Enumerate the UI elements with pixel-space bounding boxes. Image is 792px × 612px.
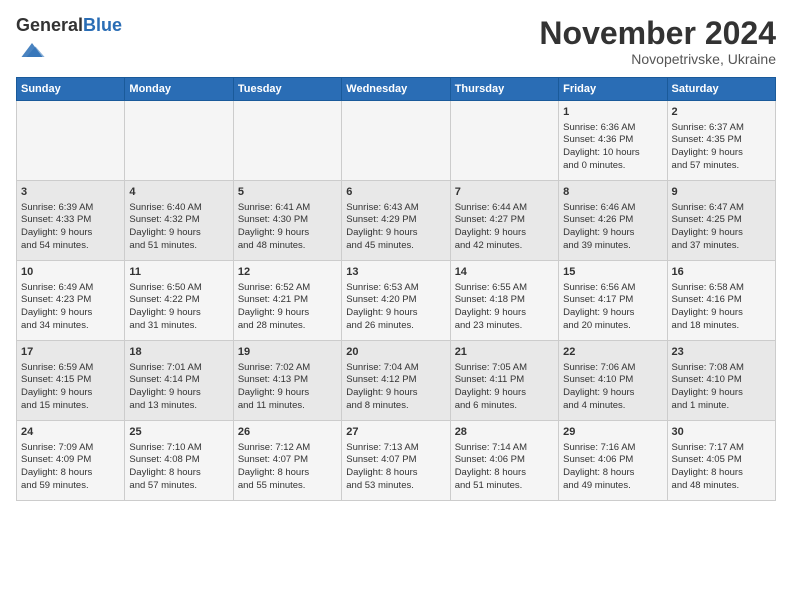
calendar-cell bbox=[17, 100, 125, 180]
calendar-cell: 4Sunrise: 6:40 AMSunset: 4:32 PMDaylight… bbox=[125, 180, 233, 260]
day-number: 3 bbox=[21, 185, 120, 200]
header-sunday: Sunday bbox=[17, 77, 125, 100]
calendar-cell bbox=[125, 100, 233, 180]
calendar-cell: 30Sunrise: 7:17 AMSunset: 4:05 PMDayligh… bbox=[667, 420, 775, 500]
day-number: 26 bbox=[238, 425, 337, 440]
title-block: November 2024 Novopetrivske, Ukraine bbox=[539, 16, 776, 67]
calendar-cell: 17Sunrise: 6:59 AMSunset: 4:15 PMDayligh… bbox=[17, 340, 125, 420]
day-number: 19 bbox=[238, 345, 337, 360]
calendar-cell: 15Sunrise: 6:56 AMSunset: 4:17 PMDayligh… bbox=[559, 260, 667, 340]
calendar-week-row: 10Sunrise: 6:49 AMSunset: 4:23 PMDayligh… bbox=[17, 260, 776, 340]
calendar-cell: 10Sunrise: 6:49 AMSunset: 4:23 PMDayligh… bbox=[17, 260, 125, 340]
day-number: 20 bbox=[346, 345, 445, 360]
calendar-cell: 29Sunrise: 7:16 AMSunset: 4:06 PMDayligh… bbox=[559, 420, 667, 500]
calendar-cell: 7Sunrise: 6:44 AMSunset: 4:27 PMDaylight… bbox=[450, 180, 558, 260]
calendar-cell bbox=[342, 100, 450, 180]
calendar-cell: 24Sunrise: 7:09 AMSunset: 4:09 PMDayligh… bbox=[17, 420, 125, 500]
day-number: 5 bbox=[238, 185, 337, 200]
header-monday: Monday bbox=[125, 77, 233, 100]
day-number: 6 bbox=[346, 185, 445, 200]
day-number: 11 bbox=[129, 265, 228, 280]
calendar-cell: 8Sunrise: 6:46 AMSunset: 4:26 PMDaylight… bbox=[559, 180, 667, 260]
day-number: 30 bbox=[672, 425, 771, 440]
day-number: 9 bbox=[672, 185, 771, 200]
calendar-cell: 23Sunrise: 7:08 AMSunset: 4:10 PMDayligh… bbox=[667, 340, 775, 420]
calendar-cell: 25Sunrise: 7:10 AMSunset: 4:08 PMDayligh… bbox=[125, 420, 233, 500]
calendar-week-row: 24Sunrise: 7:09 AMSunset: 4:09 PMDayligh… bbox=[17, 420, 776, 500]
calendar-cell: 26Sunrise: 7:12 AMSunset: 4:07 PMDayligh… bbox=[233, 420, 341, 500]
location-subtitle: Novopetrivske, Ukraine bbox=[539, 51, 776, 67]
logo-general: General bbox=[16, 15, 83, 35]
day-number: 22 bbox=[563, 345, 662, 360]
calendar-cell: 13Sunrise: 6:53 AMSunset: 4:20 PMDayligh… bbox=[342, 260, 450, 340]
calendar-cell: 27Sunrise: 7:13 AMSunset: 4:07 PMDayligh… bbox=[342, 420, 450, 500]
day-number: 10 bbox=[21, 265, 120, 280]
calendar-week-row: 3Sunrise: 6:39 AMSunset: 4:33 PMDaylight… bbox=[17, 180, 776, 260]
day-number: 7 bbox=[455, 185, 554, 200]
calendar-header-row: Sunday Monday Tuesday Wednesday Thursday… bbox=[17, 77, 776, 100]
day-number: 28 bbox=[455, 425, 554, 440]
day-number: 15 bbox=[563, 265, 662, 280]
logo-icon bbox=[18, 36, 46, 64]
calendar-table: Sunday Monday Tuesday Wednesday Thursday… bbox=[16, 77, 776, 501]
header-tuesday: Tuesday bbox=[233, 77, 341, 100]
calendar-cell bbox=[450, 100, 558, 180]
calendar-cell: 21Sunrise: 7:05 AMSunset: 4:11 PMDayligh… bbox=[450, 340, 558, 420]
calendar-week-row: 1Sunrise: 6:36 AMSunset: 4:36 PMDaylight… bbox=[17, 100, 776, 180]
day-number: 25 bbox=[129, 425, 228, 440]
calendar-cell: 9Sunrise: 6:47 AMSunset: 4:25 PMDaylight… bbox=[667, 180, 775, 260]
calendar-cell: 28Sunrise: 7:14 AMSunset: 4:06 PMDayligh… bbox=[450, 420, 558, 500]
calendar-cell: 3Sunrise: 6:39 AMSunset: 4:33 PMDaylight… bbox=[17, 180, 125, 260]
calendar-cell: 1Sunrise: 6:36 AMSunset: 4:36 PMDaylight… bbox=[559, 100, 667, 180]
calendar-cell: 6Sunrise: 6:43 AMSunset: 4:29 PMDaylight… bbox=[342, 180, 450, 260]
calendar-cell: 12Sunrise: 6:52 AMSunset: 4:21 PMDayligh… bbox=[233, 260, 341, 340]
calendar-cell: 5Sunrise: 6:41 AMSunset: 4:30 PMDaylight… bbox=[233, 180, 341, 260]
header-saturday: Saturday bbox=[667, 77, 775, 100]
day-number: 27 bbox=[346, 425, 445, 440]
day-number: 4 bbox=[129, 185, 228, 200]
calendar-cell: 2Sunrise: 6:37 AMSunset: 4:35 PMDaylight… bbox=[667, 100, 775, 180]
day-number: 16 bbox=[672, 265, 771, 280]
month-title: November 2024 bbox=[539, 16, 776, 51]
day-number: 21 bbox=[455, 345, 554, 360]
calendar-cell bbox=[233, 100, 341, 180]
day-number: 24 bbox=[21, 425, 120, 440]
calendar-cell: 16Sunrise: 6:58 AMSunset: 4:16 PMDayligh… bbox=[667, 260, 775, 340]
day-number: 2 bbox=[672, 105, 771, 120]
calendar-cell: 20Sunrise: 7:04 AMSunset: 4:12 PMDayligh… bbox=[342, 340, 450, 420]
calendar-week-row: 17Sunrise: 6:59 AMSunset: 4:15 PMDayligh… bbox=[17, 340, 776, 420]
header-thursday: Thursday bbox=[450, 77, 558, 100]
calendar-cell: 22Sunrise: 7:06 AMSunset: 4:10 PMDayligh… bbox=[559, 340, 667, 420]
day-number: 14 bbox=[455, 265, 554, 280]
day-number: 29 bbox=[563, 425, 662, 440]
day-number: 18 bbox=[129, 345, 228, 360]
header-wednesday: Wednesday bbox=[342, 77, 450, 100]
logo: GeneralBlue bbox=[16, 16, 122, 69]
day-number: 1 bbox=[563, 105, 662, 120]
calendar-cell: 14Sunrise: 6:55 AMSunset: 4:18 PMDayligh… bbox=[450, 260, 558, 340]
calendar-cell: 18Sunrise: 7:01 AMSunset: 4:14 PMDayligh… bbox=[125, 340, 233, 420]
day-number: 23 bbox=[672, 345, 771, 360]
header-friday: Friday bbox=[559, 77, 667, 100]
day-number: 13 bbox=[346, 265, 445, 280]
day-number: 17 bbox=[21, 345, 120, 360]
calendar-cell: 11Sunrise: 6:50 AMSunset: 4:22 PMDayligh… bbox=[125, 260, 233, 340]
logo-blue: Blue bbox=[83, 15, 122, 35]
day-number: 8 bbox=[563, 185, 662, 200]
page-header: GeneralBlue November 2024 Novopetrivske,… bbox=[16, 16, 776, 69]
day-number: 12 bbox=[238, 265, 337, 280]
calendar-cell: 19Sunrise: 7:02 AMSunset: 4:13 PMDayligh… bbox=[233, 340, 341, 420]
